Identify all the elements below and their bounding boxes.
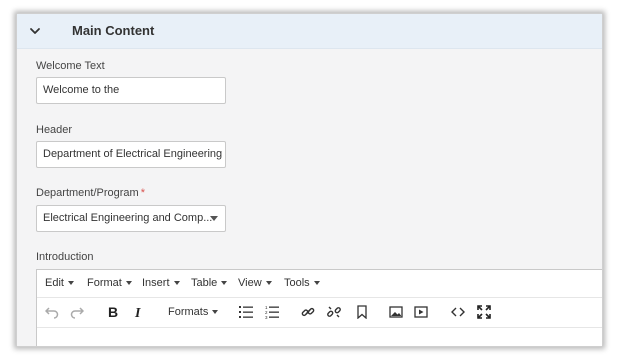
caret-down-icon [67,281,74,286]
unlink-icon[interactable] [327,305,341,321]
menu-insert[interactable]: Insert [142,277,180,289]
bold-icon[interactable]: B [107,304,119,320]
italic-icon[interactable]: I [134,304,146,320]
caret-down-icon [221,281,228,286]
header-label: Header [36,124,73,136]
menu-edit-label: Edit [45,277,64,289]
required-marker: * [140,187,145,199]
menu-format-label: Format [87,277,122,289]
menu-edit[interactable]: Edit [45,277,74,289]
link-icon[interactable] [301,305,315,321]
svg-text:I: I [134,306,141,320]
welcome-text-input[interactable]: Welcome to the [36,77,226,104]
redo-icon[interactable] [70,305,84,321]
dropdown-arrow-icon [210,216,218,221]
caret-down-icon [212,310,219,315]
menu-format[interactable]: Format [87,277,132,289]
image-icon[interactable] [389,305,403,321]
code-icon[interactable] [451,305,465,321]
menu-view-label: View [238,277,262,289]
undo-icon[interactable] [45,305,59,321]
panel-title: Main Content [72,23,155,38]
department-label: Department/Program * [36,187,145,199]
caret-down-icon [173,281,180,286]
caret-down-icon [313,281,320,286]
formats-label: Formats [168,306,209,318]
menu-view[interactable]: View [238,277,272,289]
media-icon[interactable] [414,305,428,321]
introduction-label: Introduction [36,251,94,263]
formats-dropdown[interactable]: Formats [168,306,219,318]
svg-text:3: 3 [265,315,268,319]
rich-text-editor: Edit Format Insert Table View Tools B I … [36,269,602,346]
editor-menubar: Edit Format Insert Table View Tools [37,270,602,298]
welcome-text-label: Welcome Text [36,60,105,72]
svg-text:B: B [108,304,118,320]
fullscreen-icon[interactable] [477,305,491,321]
menu-tools[interactable]: Tools [284,277,320,289]
caret-down-icon [125,281,132,286]
panel-header[interactable]: Main Content [17,14,602,49]
editor-toolbar: B I Formats 123 [37,298,602,328]
menu-table[interactable]: Table [191,277,228,289]
bullet-list-icon[interactable] [239,305,253,321]
department-select-value: Electrical Engineering and Comp... [43,212,213,224]
bookmark-icon[interactable] [356,305,368,321]
department-label-text: Department/Program [36,187,139,199]
menu-tools-label: Tools [284,277,310,289]
chevron-down-icon[interactable] [29,26,41,36]
menu-insert-label: Insert [142,277,170,289]
caret-down-icon [265,281,272,286]
header-input[interactable]: Department of Electrical Engineering [36,141,226,168]
content-panel: Main Content Welcome Text Welcome to the… [16,13,603,347]
numbered-list-icon[interactable]: 123 [265,305,279,321]
menu-table-label: Table [191,277,218,289]
department-select[interactable]: Electrical Engineering and Comp... [36,205,226,232]
